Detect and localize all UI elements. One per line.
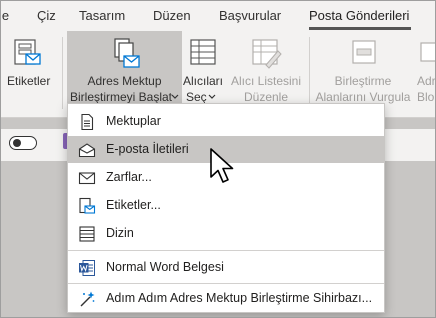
directory-icon bbox=[79, 226, 95, 242]
highlight-merge-fields-label-line1: Birleştirme bbox=[334, 74, 392, 88]
menu-separator bbox=[68, 283, 384, 284]
labels-button-label: Etiketler bbox=[7, 74, 51, 88]
menu-item-label: E-posta İletileri bbox=[106, 142, 189, 156]
ribbon-group-separator bbox=[309, 37, 310, 109]
menu-item-label: Dizin bbox=[106, 226, 134, 240]
edit-recipient-list-icon bbox=[252, 39, 282, 69]
toggle-switch[interactable] bbox=[9, 136, 37, 150]
word-icon bbox=[79, 260, 95, 276]
labels-icon bbox=[79, 197, 96, 214]
ribbon-group-separator bbox=[62, 37, 63, 109]
toggle-knob bbox=[13, 139, 21, 147]
menu-item-letters[interactable]: Mektuplar bbox=[68, 108, 384, 135]
address-block-label-line1: Adr bbox=[417, 74, 436, 88]
edit-recipient-list-label-line1: Alıcı Listesini bbox=[230, 74, 302, 88]
start-mail-merge-label-line1: Adres Mektup bbox=[87, 74, 162, 88]
start-mail-merge-menu: Mektuplar E-posta İletileri Zarflar... E… bbox=[67, 103, 385, 313]
select-recipients-label-line1: Alıcıları bbox=[182, 74, 223, 88]
menu-item-label: Zarflar... bbox=[106, 170, 152, 184]
mouse-pointer-icon bbox=[210, 148, 234, 183]
tab-references[interactable]: Başvurular bbox=[219, 8, 281, 23]
select-recipients-icon bbox=[190, 39, 216, 65]
address-block-button[interactable]: Adr Blo bbox=[415, 31, 436, 117]
tab-design[interactable]: Tasarım bbox=[79, 8, 125, 23]
menu-separator bbox=[68, 250, 384, 251]
labels-icon bbox=[14, 39, 41, 65]
active-tab-indicator bbox=[309, 27, 411, 30]
menu-item-label: Adım Adım Adres Mektup Birleştirme Sihir… bbox=[106, 291, 373, 305]
address-block-icon bbox=[420, 42, 435, 62]
tab-draw[interactable]: Çiz bbox=[37, 8, 56, 23]
chevron-down-icon bbox=[171, 94, 179, 99]
highlight-merge-fields-icon bbox=[352, 40, 376, 64]
menu-item-labels[interactable]: Etiketler... bbox=[68, 192, 384, 219]
menu-item-normal-word-document[interactable]: Normal Word Belgesi bbox=[68, 254, 384, 281]
wizard-icon bbox=[80, 291, 95, 307]
start-mail-merge-icon bbox=[114, 38, 140, 68]
menu-item-label: Etiketler... bbox=[106, 198, 161, 212]
address-block-label-line2: Blo bbox=[417, 90, 435, 104]
labels-button[interactable]: Etiketler bbox=[1, 31, 59, 117]
menu-item-mail-merge-wizard[interactable]: Adım Adım Adres Mektup Birleştirme Sihir… bbox=[68, 285, 384, 312]
word-window: le Çiz Tasarım Düzen Başvurular Posta Gö… bbox=[0, 0, 436, 318]
menu-item-label: Normal Word Belgesi bbox=[106, 260, 224, 274]
tab-layout[interactable]: Düzen bbox=[153, 8, 191, 23]
tab-mailings[interactable]: Posta Gönderileri bbox=[309, 8, 409, 23]
tab-home-partial[interactable]: le bbox=[1, 8, 9, 23]
email-icon bbox=[78, 143, 96, 158]
chevron-down-icon bbox=[208, 94, 216, 99]
letter-icon bbox=[81, 113, 94, 131]
envelope-icon bbox=[78, 172, 96, 185]
menu-item-directory[interactable]: Dizin bbox=[68, 220, 384, 247]
menu-item-label: Mektuplar bbox=[106, 114, 161, 128]
ribbon-tab-row: le Çiz Tasarım Düzen Başvurular Posta Gö… bbox=[1, 1, 435, 31]
